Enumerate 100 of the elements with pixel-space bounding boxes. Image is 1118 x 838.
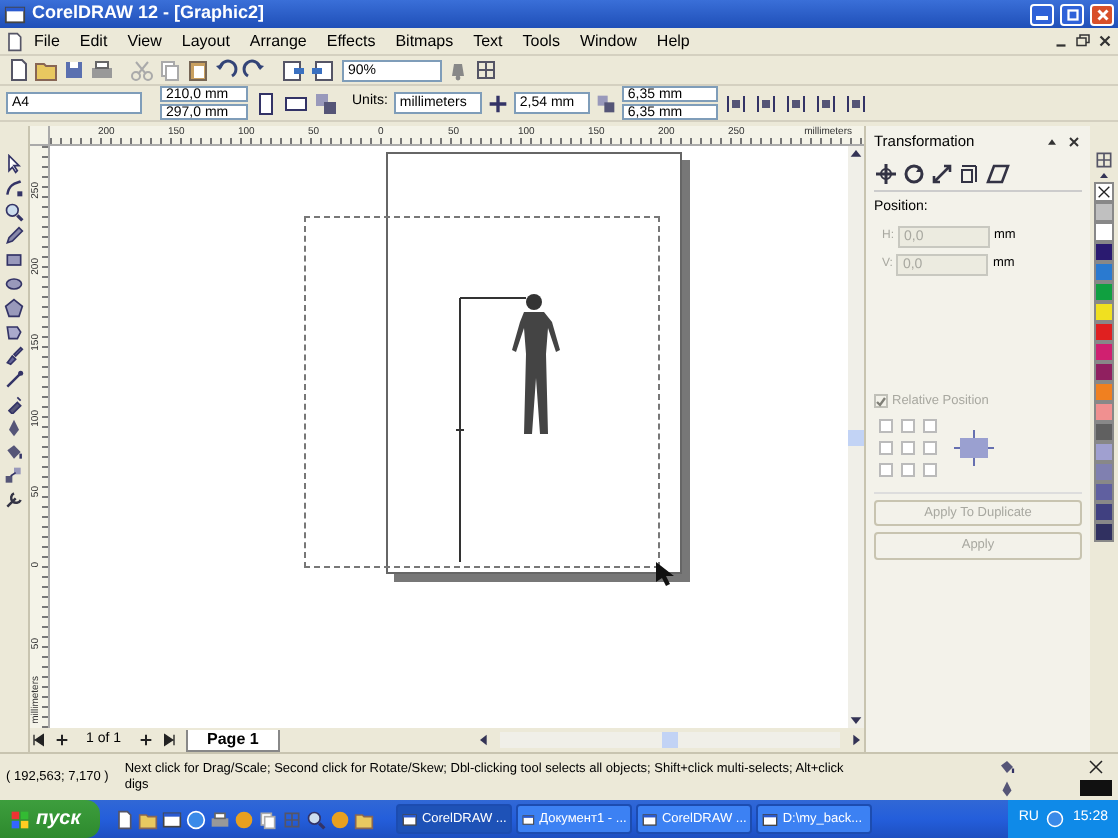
- export-icon[interactable]: [310, 58, 334, 82]
- color-swatch[interactable]: [1094, 362, 1114, 382]
- color-swatch[interactable]: [1094, 242, 1114, 262]
- vertical-scrollbar[interactable]: [848, 146, 864, 728]
- menu-item[interactable]: Effects: [316, 29, 386, 53]
- scroll-thumb[interactable]: [848, 429, 864, 445]
- offset-icon[interactable]: [595, 93, 616, 113]
- color-swatch[interactable]: [1094, 462, 1114, 482]
- close-icon[interactable]: [1096, 32, 1114, 50]
- menu-item[interactable]: Layout: [171, 29, 240, 53]
- size-icon[interactable]: [958, 162, 982, 187]
- align-icon[interactable]: [783, 91, 808, 115]
- color-swatch[interactable]: [1094, 442, 1114, 462]
- menu-item[interactable]: Tools: [512, 29, 570, 53]
- dropper-icon[interactable]: [4, 394, 24, 414]
- menu-item[interactable]: Bitmaps: [385, 29, 464, 53]
- scroll-left-icon[interactable]: [476, 732, 493, 748]
- align-icon[interactable]: [753, 91, 778, 115]
- color-swatch[interactable]: [1094, 262, 1114, 282]
- folder-icon[interactable]: [138, 809, 159, 829]
- ellipse-icon[interactable]: [4, 274, 24, 294]
- pointer-icon[interactable]: [4, 154, 24, 174]
- printer-icon[interactable]: [210, 809, 231, 829]
- color-swatch[interactable]: [1094, 222, 1114, 242]
- globe-icon[interactable]: [186, 809, 207, 829]
- color-swatch[interactable]: [1094, 282, 1114, 302]
- menu-item[interactable]: Help: [646, 29, 700, 53]
- color-swatch[interactable]: [1094, 482, 1114, 502]
- fill-bucket-icon[interactable]: [4, 442, 24, 462]
- page-tab[interactable]: Page 1: [185, 729, 281, 751]
- add-page-icon[interactable]: [137, 732, 154, 748]
- scale-icon[interactable]: [930, 162, 954, 187]
- folder-icon[interactable]: [354, 809, 375, 829]
- menu-item[interactable]: File: [24, 29, 70, 53]
- new-document-icon[interactable]: [6, 58, 30, 82]
- color-swatch[interactable]: [1094, 382, 1114, 402]
- close-button[interactable]: [1090, 3, 1114, 25]
- printer-icon[interactable]: [90, 58, 114, 82]
- grid-icon[interactable]: [474, 58, 498, 82]
- pencil-icon[interactable]: [4, 226, 24, 246]
- redo-icon[interactable]: [242, 58, 266, 82]
- polygon-icon[interactable]: [4, 298, 24, 318]
- landscape-icon[interactable]: [284, 91, 308, 115]
- align-icon[interactable]: [813, 91, 838, 115]
- window-icon[interactable]: [162, 809, 183, 829]
- position-icon[interactable]: [874, 162, 898, 187]
- restore-icon[interactable]: [1074, 32, 1092, 50]
- shape-icon[interactable]: [4, 322, 24, 342]
- restore-button[interactable]: [1060, 3, 1084, 25]
- pen-nib-icon[interactable]: [4, 418, 24, 438]
- tray-icon[interactable]: [1046, 810, 1065, 828]
- menu-item[interactable]: View: [117, 29, 172, 53]
- clipboard-icon[interactable]: [186, 58, 210, 82]
- align-icon[interactable]: [723, 91, 748, 115]
- curve-node-icon[interactable]: [4, 178, 24, 198]
- wrench-icon[interactable]: [4, 490, 24, 510]
- start-button[interactable]: пуск: [0, 800, 101, 838]
- menu-item[interactable]: Text: [463, 29, 513, 53]
- scroll-thumb[interactable]: [662, 732, 679, 748]
- undo-icon[interactable]: [214, 58, 238, 82]
- skew-icon[interactable]: [986, 162, 1010, 187]
- open-folder-icon[interactable]: [34, 58, 58, 82]
- palette-menu-icon[interactable]: [1094, 150, 1114, 170]
- connector-icon[interactable]: [4, 370, 24, 390]
- minimize-button[interactable]: [1030, 3, 1054, 25]
- rectangle-icon[interactable]: [4, 250, 24, 270]
- last-page-icon[interactable]: [161, 732, 178, 748]
- orb-icon[interactable]: [234, 809, 255, 829]
- document-icon[interactable]: [114, 809, 135, 829]
- rotate-icon[interactable]: [902, 162, 926, 187]
- horizontal-scrollbar[interactable]: [500, 732, 840, 748]
- copy-icon[interactable]: [258, 809, 279, 829]
- first-page-icon[interactable]: [30, 732, 46, 748]
- magnifier-icon[interactable]: [306, 809, 327, 829]
- nudge-icon[interactable]: [487, 93, 508, 113]
- no-color-icon[interactable]: [1094, 182, 1114, 202]
- add-page-icon[interactable]: [54, 732, 70, 748]
- menu-item[interactable]: Edit: [69, 29, 118, 53]
- blend-icon[interactable]: [4, 466, 24, 486]
- color-swatch[interactable]: [1094, 302, 1114, 322]
- color-swatch[interactable]: [1094, 502, 1114, 522]
- drawing-canvas[interactable]: [50, 146, 848, 728]
- brush-icon[interactable]: [4, 346, 24, 366]
- scroll-right-icon[interactable]: [848, 732, 864, 748]
- duplicate-icon[interactable]: [314, 91, 338, 115]
- save-icon[interactable]: [62, 58, 86, 82]
- color-swatch[interactable]: [1094, 322, 1114, 342]
- portrait-icon[interactable]: [254, 91, 278, 115]
- color-swatch[interactable]: [1094, 522, 1114, 542]
- menu-item[interactable]: Window: [569, 29, 647, 53]
- menu-item[interactable]: Arrange: [239, 29, 317, 53]
- zoom-icon[interactable]: [4, 202, 24, 222]
- color-swatch[interactable]: [1094, 342, 1114, 362]
- color-swatch[interactable]: [1094, 202, 1114, 222]
- color-swatch[interactable]: [1094, 422, 1114, 442]
- align-icon[interactable]: [843, 91, 868, 115]
- close-icon[interactable]: [1066, 133, 1082, 150]
- color-swatch[interactable]: [1094, 402, 1114, 422]
- import-icon[interactable]: [282, 58, 306, 82]
- bell-icon[interactable]: [446, 58, 470, 82]
